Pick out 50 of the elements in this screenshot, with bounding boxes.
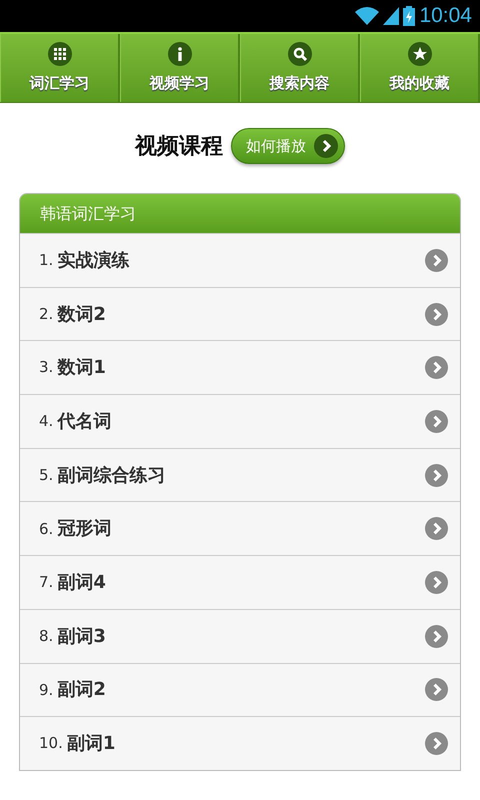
search-icon [288,42,312,66]
item-number: 8. [39,626,54,647]
list-item[interactable]: 4. 代名词 [20,394,460,448]
item-title: 数词1 [57,356,107,380]
item-number: 4. [39,411,54,432]
status-time: 10:04 [419,3,472,30]
item-number: 9. [39,680,54,701]
panel-header: 韩语词汇学习 [20,194,460,233]
item-number: 7. [39,572,54,594]
item-title: 副词4 [57,570,107,595]
list-item[interactable]: 8. 副词3 [20,608,460,662]
item-title: 冠形词 [57,517,112,542]
chevron-icon [425,624,448,648]
list-item[interactable]: 1. 实战演练 [20,233,460,287]
chevron-icon [425,248,448,272]
signal-icon [383,7,400,25]
battery-icon [403,6,416,26]
grid-icon [48,42,72,66]
list-item[interactable]: 10. 副词1 [20,716,460,770]
list-item[interactable]: 6. 冠形词 [20,501,460,556]
list-item[interactable]: 5. 副词综合练习 [20,448,460,502]
item-title: 数词2 [57,302,107,327]
item-title: 副词综合练习 [57,464,166,488]
item-number: 2. [39,304,54,325]
item-number: 6. [39,518,54,540]
list-item[interactable]: 9. 副词2 [20,662,460,716]
list-item[interactable]: 3. 数词1 [20,340,460,394]
info-icon [168,42,192,66]
chevron-icon [425,570,448,594]
item-title: 副词2 [57,678,107,702]
chevron-icon [425,517,448,540]
chevron-icon [425,464,448,487]
wifi-icon [355,7,380,25]
item-number: 5. [39,464,54,486]
page-heading: 视频课程 [135,132,223,160]
chevron-icon [425,356,448,380]
list-item[interactable]: 2. 数词2 [20,286,460,340]
list-item[interactable]: 7. 副词4 [20,555,460,609]
item-number: 3. [39,357,54,378]
chevron-icon [425,410,448,433]
chevron-icon [314,134,338,158]
item-title: 副词1 [66,732,116,756]
item-number: 1. [39,250,54,272]
item-title: 实战演练 [57,248,130,273]
item-title: 副词3 [57,624,107,649]
chevron-icon [425,678,448,702]
item-title: 代名词 [57,410,112,434]
chevron-icon [425,302,448,326]
item-number: 10. [39,733,63,754]
chevron-icon [425,732,448,756]
